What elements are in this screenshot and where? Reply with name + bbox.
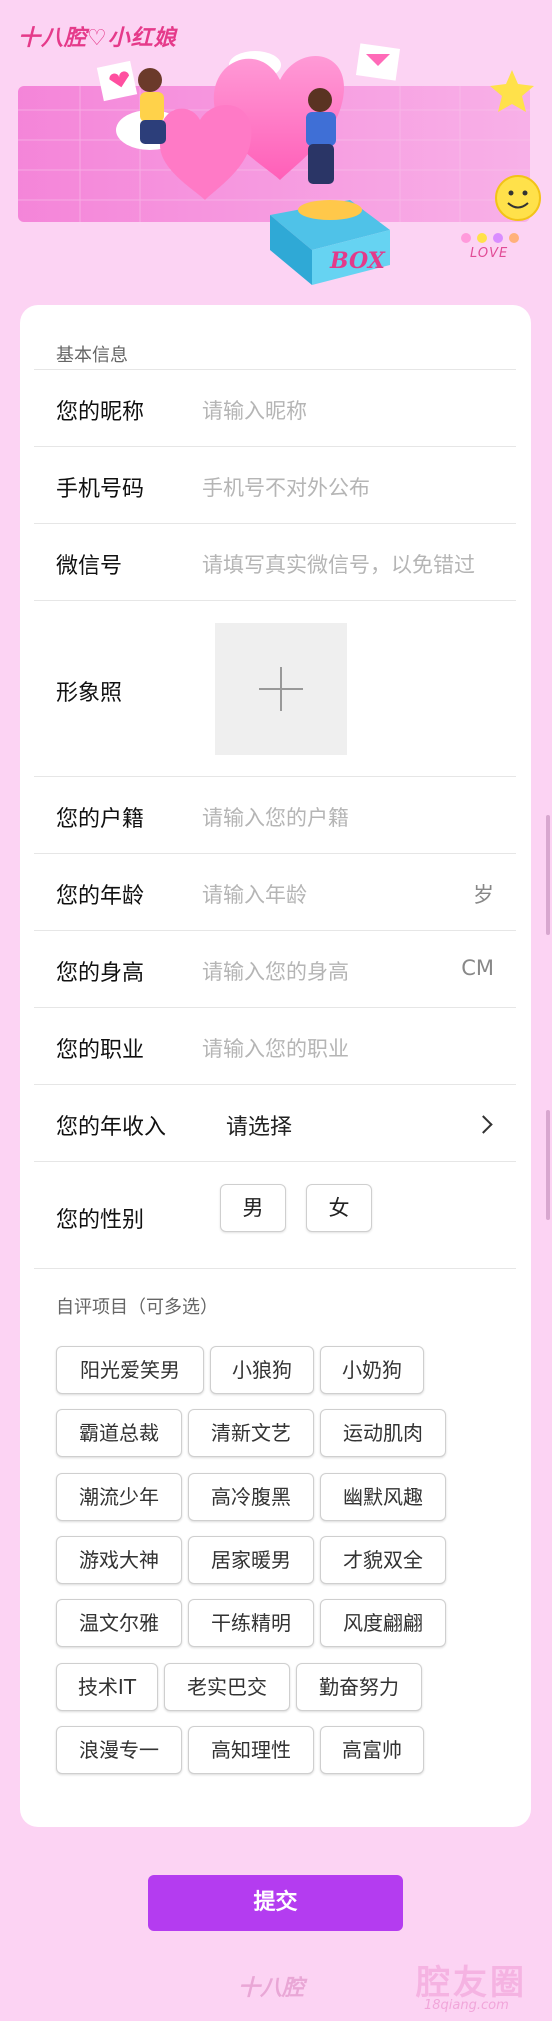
tag-item[interactable]: 霸道总裁 <box>56 1409 182 1457</box>
section-title-basic: 基本信息 <box>56 345 128 366</box>
tag-item[interactable]: 幽默风趣 <box>320 1473 446 1521</box>
divider <box>34 1268 516 1269</box>
photo-row: 形象照 <box>34 600 516 777</box>
hometown-input[interactable]: 请输入您的户籍 <box>202 802 492 832</box>
tag-item[interactable]: 潮流少年 <box>56 1473 182 1521</box>
tag-item[interactable]: 运动肌肉 <box>320 1409 446 1457</box>
tag-item[interactable]: 才貌双全 <box>320 1536 446 1584</box>
submit-button[interactable]: 提交 <box>148 1875 403 1931</box>
tag-item[interactable]: 阳光爱笑男 <box>56 1346 204 1394</box>
nickname-input[interactable]: 请输入昵称 <box>202 395 492 425</box>
hometown-row: 您的户籍 请输入您的户籍 <box>34 776 516 854</box>
gender-label: 您的性别 <box>56 1208 145 1233</box>
income-row[interactable]: 您的年收入 请选择 <box>34 1084 516 1162</box>
wechat-row: 微信号 请填写真实微信号，以免错过 <box>34 523 516 601</box>
wechat-input[interactable]: 请填写真实微信号，以免错过 <box>202 549 494 579</box>
phone-row: 手机号码 手机号不对外公布 <box>34 446 516 524</box>
age-row: 您的年龄 请输入年龄 岁 <box>34 853 516 931</box>
tag-item[interactable]: 小奶狗 <box>320 1346 424 1394</box>
tag-item[interactable]: 游戏大神 <box>56 1536 182 1584</box>
income-label: 您的年收入 <box>56 1115 167 1140</box>
svg-text:BOX: BOX <box>329 248 386 274</box>
tag-item[interactable]: 高冷腹黑 <box>188 1473 314 1521</box>
chevron-right-icon <box>474 1115 493 1134</box>
watermark-text: 腔友圈 <box>416 1963 527 2003</box>
section-title-self-eval: 自评项目（可多选） <box>56 1297 218 1318</box>
phone-input[interactable]: 手机号不对外公布 <box>202 472 492 502</box>
nickname-label: 您的昵称 <box>56 400 145 425</box>
hometown-label: 您的户籍 <box>56 807 145 832</box>
photo-label: 形象照 <box>56 681 123 706</box>
height-row: 您的身高 请输入您的身高 CM <box>34 930 516 1008</box>
tag-item[interactable]: 干练精明 <box>188 1599 314 1647</box>
height-unit: CM <box>461 956 494 980</box>
footer-logo: 十八腔 <box>238 1976 305 2001</box>
watermark-url: 18qiang.com <box>424 1998 509 2013</box>
job-label: 您的职业 <box>56 1038 145 1063</box>
love-text: LOVE <box>470 246 509 261</box>
height-label: 您的身高 <box>56 961 145 986</box>
income-select[interactable]: 请选择 <box>226 1109 292 1141</box>
age-label: 您的年龄 <box>56 884 145 909</box>
age-unit: 岁 <box>473 883 494 907</box>
tag-item[interactable]: 清新文艺 <box>188 1409 314 1457</box>
photo-upload-button[interactable] <box>215 623 347 755</box>
scrollbar-lower[interactable] <box>546 1110 550 1220</box>
brand-logo: 十八腔♡小红娘 <box>18 26 177 51</box>
scrollbar[interactable] <box>546 815 550 935</box>
tag-item[interactable]: 居家暖男 <box>188 1536 314 1584</box>
height-input[interactable]: 请输入您的身高 <box>202 956 422 986</box>
plus-icon-vertical <box>280 667 282 711</box>
tag-item[interactable]: 高富帅 <box>320 1726 424 1774</box>
tag-item[interactable]: 技术IT <box>56 1663 158 1711</box>
gender-row: 您的性别 男 女 <box>34 1161 516 1269</box>
tag-item[interactable]: 老实巴交 <box>164 1663 290 1711</box>
gender-female-button[interactable]: 女 <box>306 1184 372 1232</box>
tag-item[interactable]: 高知理性 <box>188 1726 314 1774</box>
phone-label: 手机号码 <box>56 477 145 502</box>
form-card: 基本信息 您的昵称 请输入昵称 手机号码 手机号不对外公布 微信号 请填写真实微… <box>20 305 531 1827</box>
age-input[interactable]: 请输入年龄 <box>202 879 422 909</box>
job-row: 您的职业 请输入您的职业 <box>34 1007 516 1085</box>
wechat-label: 微信号 <box>56 554 123 579</box>
nickname-row: 您的昵称 请输入昵称 <box>34 369 516 447</box>
tag-item[interactable]: 风度翩翩 <box>320 1599 446 1647</box>
job-input[interactable]: 请输入您的职业 <box>202 1033 492 1063</box>
tag-item[interactable]: 浪漫专一 <box>56 1726 182 1774</box>
gender-male-button[interactable]: 男 <box>220 1184 286 1232</box>
tag-item[interactable]: 温文尔雅 <box>56 1599 182 1647</box>
header-banner: BOX 十八腔♡小红娘 LOVE <box>0 0 552 300</box>
tag-item[interactable]: 勤奋努力 <box>296 1663 422 1711</box>
tag-item[interactable]: 小狼狗 <box>210 1346 314 1394</box>
